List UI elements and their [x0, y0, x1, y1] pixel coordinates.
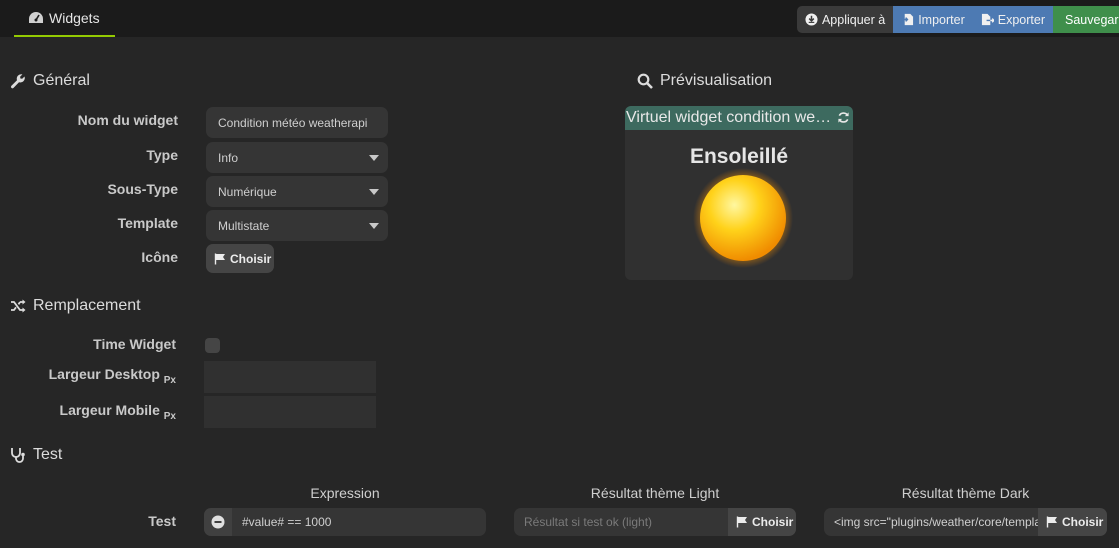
column-dark-header: Résultat thème Dark	[901, 485, 1030, 501]
minus-circle-icon	[211, 515, 225, 529]
sun-icon	[693, 168, 793, 268]
flag-icon	[1046, 516, 1057, 528]
stethoscope-icon	[11, 448, 25, 463]
widget-preview-header: Virtuel widget condition weatherapi	[625, 106, 853, 130]
export-button-label: Exporter	[997, 12, 1045, 27]
test-section-title: Test	[10, 446, 62, 464]
template-value: Multistate	[218, 218, 270, 233]
dark-result-input[interactable]: <img src="plugins/weather/core/template	[824, 508, 1038, 536]
tab-widgets-label: Widgets	[49, 9, 100, 26]
column-light-header: Résultat thème Light	[590, 485, 720, 501]
save-button[interactable]: Sauvegarder	[1053, 6, 1119, 33]
dashboard-icon	[29, 11, 43, 23]
file-import-icon	[901, 13, 914, 26]
width-desktop-label-text: Largeur Desktop	[48, 366, 160, 382]
type-label: Type	[146, 147, 178, 163]
apply-button-label: Appliquer à	[821, 12, 886, 27]
subtype-label: Sous-Type	[107, 181, 178, 197]
time-widget-label: Time Widget	[93, 336, 176, 352]
replacement-title-text: Remplacement	[33, 297, 141, 314]
flag-icon	[214, 253, 225, 264]
template-label: Template	[117, 215, 178, 231]
caret-down-icon	[369, 222, 379, 229]
download-circle-icon	[805, 13, 818, 26]
expression-input[interactable]: #value# == 1000	[232, 508, 486, 536]
time-widget-checkbox[interactable]	[205, 338, 220, 353]
apply-button[interactable]: Appliquer à	[796, 6, 894, 33]
general-title-text: Général	[33, 72, 90, 89]
width-desktop-unit: Px	[163, 374, 176, 386]
shuffle-icon	[11, 299, 26, 313]
column-expression-header: Expression	[310, 485, 380, 501]
type-value: Info	[218, 150, 239, 165]
preview-title-text: Prévisualisation	[660, 72, 773, 89]
light-choose-label: Choisir	[752, 515, 794, 529]
test-row-label: Test	[148, 513, 176, 529]
expression-value: #value# == 1000	[242, 515, 332, 529]
replacement-section-title: Remplacement	[10, 297, 141, 315]
tab-widgets[interactable]: Widgets	[14, 0, 115, 37]
width-mobile-label-text: Largeur Mobile	[59, 402, 160, 418]
remove-test-button[interactable]	[204, 508, 232, 536]
icon-label: Icône	[141, 249, 178, 265]
width-mobile-unit: Px	[163, 410, 176, 422]
file-export-icon	[981, 13, 994, 26]
type-select[interactable]: Info	[206, 142, 388, 173]
widget-name-value: Condition météo weatherapi	[218, 115, 368, 130]
export-button[interactable]: Exporter	[972, 6, 1053, 33]
widget-preview-card: Virtuel widget condition weatherapi Enso…	[625, 106, 853, 280]
widget-preview-name: Virtuel widget condition weatherapi	[626, 109, 832, 126]
subtype-value: Numérique	[218, 184, 277, 199]
widget-preview-state: Ensoleillé	[689, 145, 789, 168]
refresh-icon[interactable]	[837, 111, 850, 124]
caret-down-icon	[369, 154, 379, 161]
subtype-select[interactable]: Numérique	[206, 176, 388, 207]
save-button-label: Sauvegarder	[1065, 12, 1119, 27]
top-bar: Widgets Appliquer à Importer Exporter Sa…	[0, 0, 1119, 37]
test-title-text: Test	[33, 446, 63, 463]
light-result-placeholder: Résultat si test ok (light)	[524, 515, 653, 529]
import-button[interactable]: Importer	[893, 6, 973, 33]
template-select[interactable]: Multistate	[206, 210, 388, 241]
search-icon	[637, 73, 653, 89]
width-mobile-label: Largeur Mobile Px	[20, 402, 176, 422]
preview-section-title: Prévisualisation	[637, 72, 772, 90]
light-result-input[interactable]: Résultat si test ok (light)	[514, 508, 728, 536]
dark-choose-label: Choisir	[1062, 515, 1104, 529]
choose-icon-button[interactable]: Choisir	[206, 244, 274, 273]
choose-icon-label: Choisir	[230, 251, 272, 266]
flag-icon	[736, 516, 747, 528]
general-section-title: Général	[10, 72, 90, 90]
caret-down-icon	[369, 188, 379, 195]
wrench-icon	[11, 74, 25, 89]
light-choose-button[interactable]: Choisir	[728, 508, 796, 536]
width-desktop-input[interactable]	[204, 361, 376, 393]
width-desktop-label: Largeur Desktop Px	[20, 366, 176, 386]
widget-name-input[interactable]: Condition météo weatherapi	[206, 107, 388, 138]
width-mobile-input[interactable]	[204, 396, 376, 428]
import-button-label: Importer	[918, 12, 965, 27]
action-buttons: Appliquer à Importer Exporter Sauvegarde…	[796, 6, 1119, 33]
widget-name-label: Nom du widget	[77, 112, 178, 128]
dark-choose-button[interactable]: Choisir	[1038, 508, 1107, 536]
dark-result-value: <img src="plugins/weather/core/template	[834, 515, 1038, 529]
